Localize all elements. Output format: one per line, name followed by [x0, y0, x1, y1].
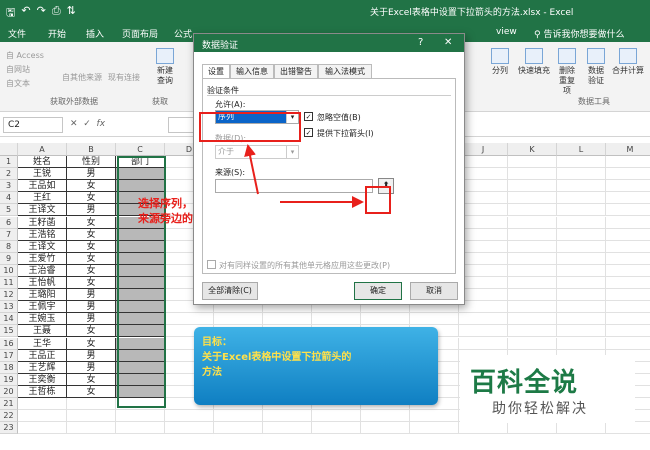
goal-line3: 方法 [202, 367, 222, 378]
brand-subtitle: 助你轻松解决 [492, 401, 588, 417]
goal-banner: 目标： 关于Excel表格中设置下拉箭头的 方法 [194, 327, 438, 405]
goal-text: 目标： 关于Excel表格中设置下拉箭头的 方法 [202, 335, 432, 380]
arrow-to-allow [244, 144, 259, 195]
brand-title: 百科全说 [470, 368, 579, 398]
goal-line2: 关于Excel表格中设置下拉箭头的 [202, 352, 352, 363]
goal-line1: 目标： [202, 337, 232, 348]
